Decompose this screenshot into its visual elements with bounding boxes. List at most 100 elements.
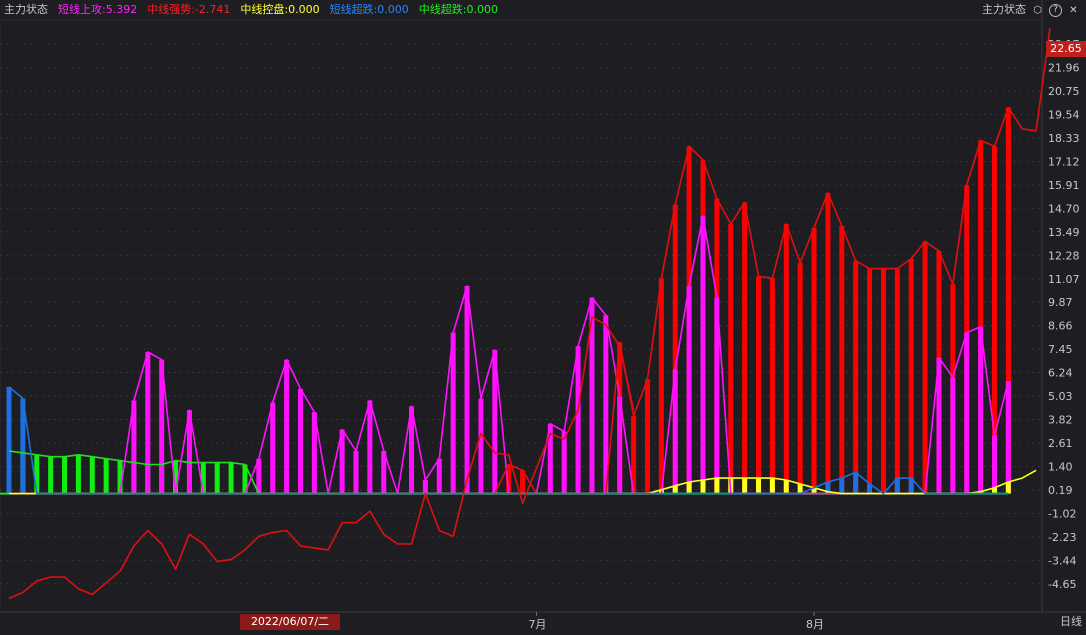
y-tick-label: 12.28: [1048, 249, 1080, 262]
indicator-title-button[interactable]: 主力状态: [982, 2, 1026, 18]
bar-mid-oversold: [89, 456, 95, 494]
bar-short-attack: [575, 346, 581, 494]
bar-mid-strong: [908, 258, 914, 494]
bar-short-attack: [270, 402, 276, 494]
bar-short-attack: [950, 377, 956, 494]
y-tick-label: 8.66: [1048, 320, 1073, 333]
bar-short-attack: [464, 286, 470, 494]
bar-short-oversold: [6, 386, 12, 494]
y-tick-label: 17.12: [1048, 155, 1080, 168]
bar-mid-oversold: [103, 458, 109, 494]
x-axis: 7月 8月: [528, 612, 824, 631]
y-tick-label: 5.03: [1048, 390, 1073, 403]
y-tick-label: 3.82: [1048, 413, 1073, 426]
chart-bars: [6, 107, 1011, 494]
bar-mid-control: [742, 478, 748, 494]
cursor-date-label: 2022/06/07/二: [240, 614, 340, 630]
y-tick-label: -1.02: [1048, 507, 1076, 520]
bar-mid-strong: [756, 276, 762, 494]
bar-mid-oversold: [34, 454, 40, 494]
y-tick-label: 20.75: [1048, 85, 1080, 98]
y-tick-label: 18.33: [1048, 132, 1080, 145]
bar-short-attack: [478, 398, 484, 494]
y-tick-label: 15.91: [1048, 179, 1080, 192]
y-tick-label: -4.65: [1048, 578, 1076, 591]
y-tick-label: 1.40: [1048, 460, 1073, 473]
y-tick-label: 0.19: [1048, 484, 1073, 497]
bar-mid-strong: [811, 227, 817, 494]
chart-lines: [0, 27, 1051, 600]
legend-short-attack: 短线上攻:5.392: [58, 3, 138, 16]
bar-short-attack: [367, 400, 373, 494]
bar-mid-strong: [839, 225, 845, 494]
bar-mid-control: [756, 478, 762, 494]
bar-short-attack: [284, 359, 290, 494]
bar-short-attack: [978, 326, 984, 494]
bar-short-attack: [145, 351, 151, 494]
y-tick-label: -2.23: [1048, 531, 1076, 544]
y-tick-label: 6.24: [1048, 367, 1073, 380]
indicator-name: 主力状态: [4, 3, 48, 16]
indicator-chart[interactable]: 23.1721.9620.7519.5418.3317.1215.9114.70…: [0, 0, 1086, 635]
bar-mid-strong: [783, 223, 789, 494]
bar-mid-control: [714, 478, 720, 494]
bar-short-attack: [297, 388, 303, 494]
bar-mid-oversold: [228, 462, 234, 494]
y-axis: 23.1721.9620.7519.5418.3317.1215.9114.70…: [1048, 38, 1080, 591]
y-tick-label: -3.44: [1048, 554, 1076, 567]
bar-mid-strong: [853, 260, 859, 494]
legend-mid-strong: 中线强势:-2.741: [147, 3, 231, 16]
bar-short-attack: [422, 480, 428, 494]
bar-mid-control: [700, 480, 706, 494]
y-tick-label: 7.45: [1048, 343, 1073, 356]
bar-mid-strong: [644, 379, 650, 494]
bar-short-attack: [700, 216, 706, 494]
bar-short-attack: [436, 458, 442, 494]
bar-mid-strong: [825, 192, 831, 494]
legend-mid-oversold: 中线超跌:0.000: [418, 3, 498, 16]
x-tick-label: 8月: [806, 618, 824, 631]
last-value-badge: 22.65: [1046, 41, 1086, 57]
bar-short-oversold: [839, 478, 845, 494]
y-tick-label: 21.96: [1048, 62, 1080, 75]
bar-mid-oversold: [214, 462, 220, 494]
y-tick-label: 9.87: [1048, 296, 1073, 309]
bar-mid-strong: [867, 268, 873, 494]
bar-mid-oversold: [75, 454, 81, 494]
bar-mid-strong: [797, 262, 803, 494]
bar-short-attack: [991, 435, 997, 494]
period-label[interactable]: 日线: [1060, 614, 1082, 630]
legend-mid-control: 中线控盘:0.000: [240, 3, 320, 16]
bar-mid-strong: [742, 202, 748, 494]
y-tick-label: 14.70: [1048, 202, 1080, 215]
help-icon[interactable]: ?: [1049, 3, 1062, 17]
bar-mid-strong: [880, 268, 886, 494]
bar-mid-control: [686, 481, 692, 494]
bar-short-attack: [686, 286, 692, 494]
line-short-attack: [9, 215, 1010, 495]
bar-short-attack: [964, 332, 970, 494]
bar-mid-oversold: [62, 456, 68, 494]
bar-mid-strong: [728, 223, 734, 494]
bar-mid-control: [1005, 481, 1011, 494]
bar-short-attack: [561, 431, 567, 494]
bar-mid-strong: [769, 278, 775, 494]
y-tick-label: 2.61: [1048, 437, 1073, 450]
settings-icon[interactable]: ⬡: [1031, 4, 1044, 17]
close-icon[interactable]: ✕: [1067, 4, 1080, 17]
bar-short-attack: [1005, 381, 1011, 494]
bar-short-attack: [353, 450, 359, 494]
bar-mid-control: [769, 478, 775, 494]
y-tick-label: 19.54: [1048, 109, 1080, 122]
bar-mid-oversold: [48, 456, 54, 494]
bar-mid-strong: [894, 268, 900, 494]
line-mid-strong: [9, 27, 1051, 495]
legend-short-oversold: 短线超跌:0.000: [329, 3, 409, 16]
bar-short-oversold: [853, 472, 859, 494]
bar-short-attack: [450, 332, 456, 494]
bar-mid-control: [783, 480, 789, 494]
bar-mid-strong: [658, 278, 664, 494]
indicator-toolbar: 主力状态 ⬡ ? ✕: [982, 2, 1080, 18]
y-tick-label: 13.49: [1048, 226, 1080, 239]
y-tick-label: 11.07: [1048, 273, 1080, 286]
